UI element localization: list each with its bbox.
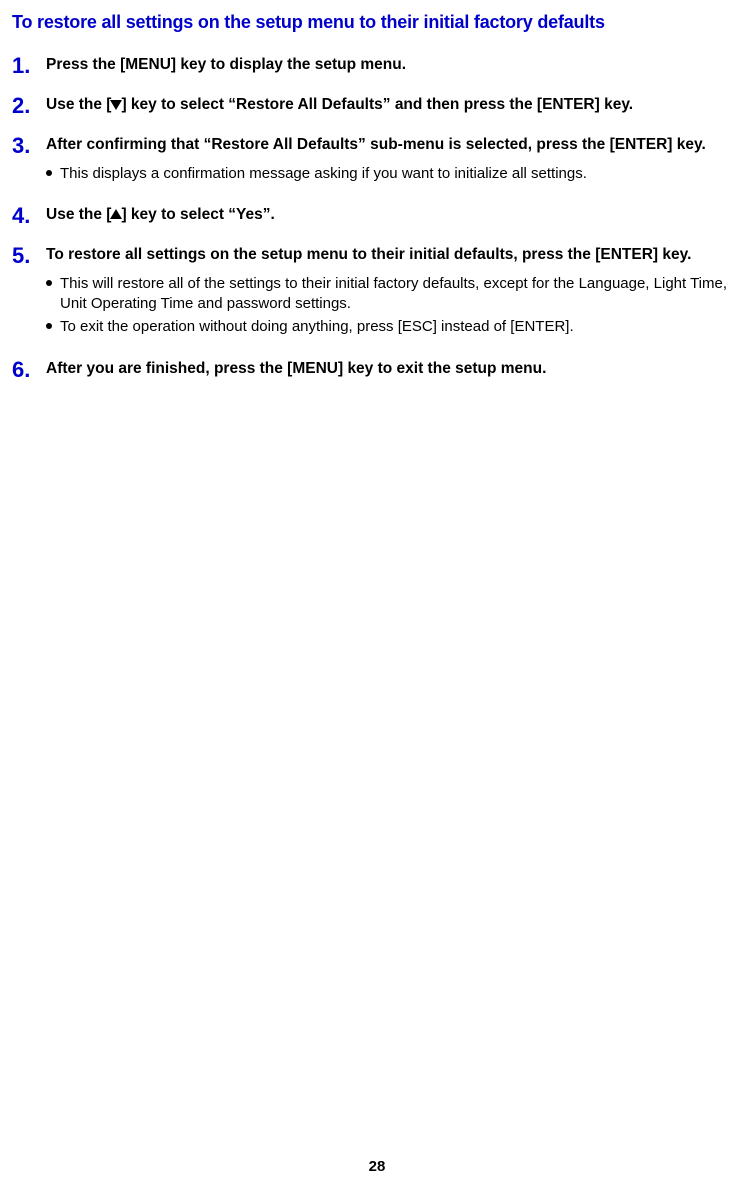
step-6: 6.After you are finished, press the [MEN…: [12, 359, 746, 381]
step-number: 2.: [12, 95, 44, 117]
step-label-before: Use the [: [46, 206, 111, 223]
step-label: After confirming that “Restore All Defau…: [46, 135, 746, 156]
step-label: Use the [ ] key to select “Yes”.: [46, 205, 746, 226]
step-number: 4.: [12, 205, 44, 227]
step-label: To restore all settings on the setup men…: [46, 245, 746, 266]
step-label-before: To restore all settings on the setup men…: [46, 246, 691, 263]
step-bullets: This will restore all of the settings to…: [46, 274, 746, 337]
step-label-after: ] key to select “Restore All Defaults” a…: [121, 96, 633, 113]
step-label-before: After you are finished, press the [MENU]…: [46, 360, 546, 377]
steps-list: 1.Press the [MENU] key to display the se…: [12, 55, 746, 381]
step-label-before: After confirming that “Restore All Defau…: [46, 136, 706, 153]
step-label-before: Press the [MENU] key to display the setu…: [46, 56, 406, 73]
step-5: 5.To restore all settings on the setup m…: [12, 245, 746, 340]
step-label: After you are finished, press the [MENU]…: [46, 359, 746, 380]
bullet-item: To exit the operation without doing anyt…: [46, 317, 746, 337]
step-label: Press the [MENU] key to display the setu…: [46, 55, 746, 76]
step-body: After confirming that “Restore All Defau…: [44, 135, 746, 187]
step-number: 3.: [12, 135, 44, 157]
step-body: To restore all settings on the setup men…: [44, 245, 746, 340]
step-number: 6.: [12, 359, 44, 381]
step-label: Use the [ ] key to select “Restore All De…: [46, 95, 746, 116]
bullet-item: This will restore all of the settings to…: [46, 274, 746, 313]
step-number: 5.: [12, 245, 44, 267]
step-body: After you are finished, press the [MENU]…: [44, 359, 746, 380]
step-bullets: This displays a confirmation message ask…: [46, 164, 746, 184]
step-2: 2.Use the [ ] key to select “Restore All …: [12, 95, 746, 117]
step-label-after: ] key to select “Yes”.: [121, 206, 274, 223]
step-3: 3.After confirming that “Restore All Def…: [12, 135, 746, 187]
step-1: 1.Press the [MENU] key to display the se…: [12, 55, 746, 77]
step-body: Press the [MENU] key to display the setu…: [44, 55, 746, 76]
step-4: 4.Use the [ ] key to select “Yes”.: [12, 205, 746, 227]
page-number: 28: [0, 1158, 754, 1175]
step-body: Use the [ ] key to select “Yes”.: [44, 205, 746, 226]
bullet-item: This displays a confirmation message ask…: [46, 164, 746, 184]
step-label-before: Use the [: [46, 96, 111, 113]
step-number: 1.: [12, 55, 44, 77]
step-body: Use the [ ] key to select “Restore All De…: [44, 95, 746, 116]
page-title: To restore all settings on the setup men…: [12, 12, 746, 33]
